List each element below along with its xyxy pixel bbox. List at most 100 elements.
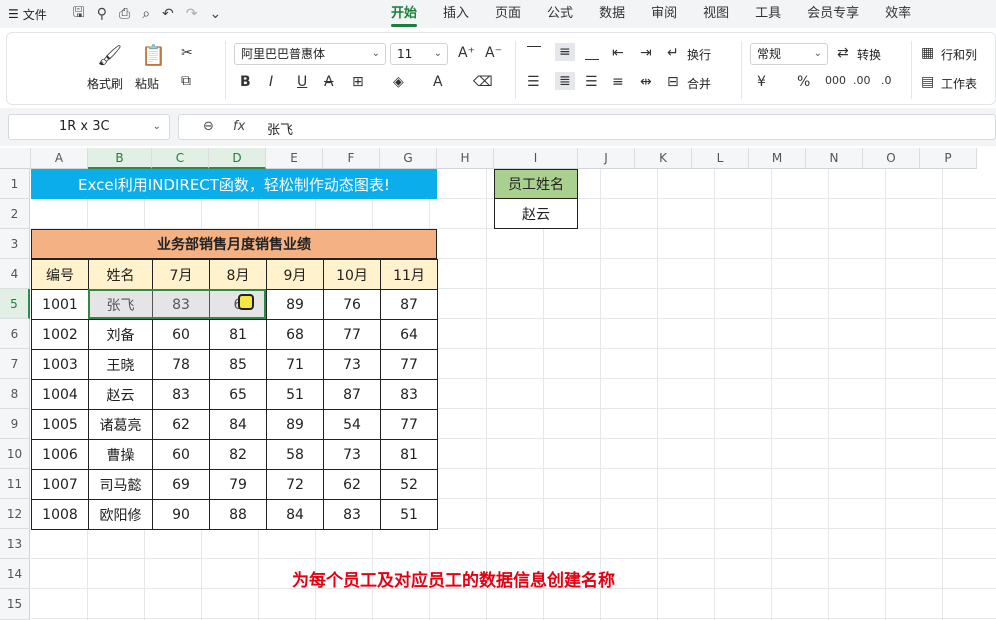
number-format-select[interactable]: 常规 ⌄: [750, 43, 828, 65]
table-cell-id[interactable]: 1003: [31, 349, 89, 380]
row-header-4[interactable]: 4: [0, 259, 30, 289]
convert-label[interactable]: 转换: [857, 46, 881, 63]
col-header-h[interactable]: H: [437, 148, 494, 169]
currency-icon[interactable]: ¥: [757, 74, 766, 90]
table-cell-oct[interactable]: 73: [323, 439, 381, 470]
row-header-1[interactable]: 1: [0, 169, 30, 199]
table-cell-jul[interactable]: 60: [152, 439, 210, 470]
tab-page[interactable]: 页面: [482, 0, 534, 28]
increase-font-icon[interactable]: A⁺: [458, 45, 475, 61]
col-header-b[interactable]: B: [88, 148, 152, 169]
format-painter-icon[interactable]: 🖌: [97, 43, 122, 67]
paste-icon[interactable]: 📋: [141, 43, 166, 67]
format-painter-label[interactable]: 格式刷: [87, 75, 123, 92]
row-header-6[interactable]: 6: [0, 319, 30, 349]
table-cell-nov[interactable]: 87: [380, 289, 438, 320]
table-cell-nov[interactable]: 77: [380, 349, 438, 380]
worksheet-icon[interactable]: ▤: [921, 74, 934, 90]
tab-data[interactable]: 数据: [586, 0, 638, 28]
bold-button[interactable]: B: [240, 74, 251, 90]
col-header-d[interactable]: D: [209, 148, 266, 169]
row-header-13[interactable]: 13: [0, 529, 30, 559]
wrap-icon[interactable]: ↵: [667, 45, 679, 61]
merge-icon[interactable]: ⊟: [667, 74, 679, 90]
table-cell-sep[interactable]: 58: [266, 439, 324, 470]
copy-icon[interactable]: ⧉: [181, 73, 191, 89]
table-cell-aug[interactable]: 88: [209, 499, 267, 530]
col-header-f[interactable]: F: [323, 148, 380, 169]
col-header-m[interactable]: M: [749, 148, 806, 169]
cut-icon[interactable]: ✂: [181, 45, 193, 61]
col-header-o[interactable]: O: [863, 148, 920, 169]
row-col-icon[interactable]: ▦: [921, 45, 934, 61]
lookup-value[interactable]: 赵云: [494, 199, 578, 229]
table-cell-sep[interactable]: 68: [266, 319, 324, 350]
tab-view[interactable]: 视图: [690, 0, 742, 28]
table-cell-nov[interactable]: 83: [380, 379, 438, 410]
convert-icon[interactable]: ⇄: [837, 45, 849, 61]
tab-home[interactable]: 开始: [378, 0, 430, 28]
decimal-increase-icon[interactable]: .00: [853, 74, 871, 87]
decrease-font-icon[interactable]: A⁻: [485, 45, 502, 61]
table-cell-jul[interactable]: 83: [152, 379, 210, 410]
table-cell-nov[interactable]: 52: [380, 469, 438, 500]
table-cell-id[interactable]: 1005: [31, 409, 89, 440]
tab-efficiency[interactable]: 效率: [872, 0, 924, 28]
underline-button[interactable]: U: [297, 74, 307, 90]
tab-review[interactable]: 审阅: [638, 0, 690, 28]
col-header-g[interactable]: G: [380, 148, 437, 169]
table-cell-sep[interactable]: 71: [266, 349, 324, 380]
table-cell-nov[interactable]: 77: [380, 409, 438, 440]
row-header-10[interactable]: 10: [0, 439, 30, 469]
row-header-8[interactable]: 8: [0, 379, 30, 409]
header-cell-oct[interactable]: 10月: [323, 259, 381, 290]
justify-icon[interactable]: ≡: [612, 74, 624, 90]
table-cell-oct[interactable]: 87: [323, 379, 381, 410]
clear-icon[interactable]: ⌫: [473, 74, 493, 90]
col-header-l[interactable]: L: [692, 148, 749, 169]
table-cell-aug[interactable]: 85: [209, 349, 267, 380]
chevron-down-icon[interactable]: ⌄: [210, 6, 222, 22]
align-left-icon[interactable]: ☰: [527, 74, 540, 90]
table-cell-aug[interactable]: 81: [209, 319, 267, 350]
table-cell-oct[interactable]: 54: [323, 409, 381, 440]
name-box[interactable]: 1R x 3C ⌄: [8, 114, 170, 140]
table-cell-oct[interactable]: 62: [323, 469, 381, 500]
table-cell-aug[interactable]: 65: [209, 379, 267, 410]
strikethrough-button[interactable]: A: [324, 74, 334, 90]
redo-icon[interactable]: ↷: [186, 6, 198, 22]
table-cell-name[interactable]: 诸葛亮: [88, 409, 153, 440]
table-cell-jul[interactable]: 78: [152, 349, 210, 380]
table-cell-id[interactable]: 1001: [31, 289, 89, 320]
thousands-icon[interactable]: 000: [825, 74, 846, 87]
border-icon[interactable]: ⊞: [352, 74, 364, 90]
table-cell-id[interactable]: 1007: [31, 469, 89, 500]
table-cell-oct[interactable]: 83: [323, 499, 381, 530]
merge-label[interactable]: 合并: [687, 75, 711, 92]
lookup-label[interactable]: 员工姓名: [494, 169, 578, 199]
worksheet-label[interactable]: 工作表: [941, 75, 977, 92]
table-cell-jul[interactable]: 83: [152, 289, 210, 320]
print-icon[interactable]: ⎙: [119, 6, 130, 22]
save-icon[interactable]: 🖫: [73, 2, 85, 26]
fill-color-icon[interactable]: ◈: [393, 74, 404, 90]
header-cell-jul[interactable]: 7月: [152, 259, 210, 290]
table-cell-jul[interactable]: 90: [152, 499, 210, 530]
table-cell-id[interactable]: 1008: [31, 499, 89, 530]
table-cell-sep[interactable]: 84: [266, 499, 324, 530]
indent-decrease-icon[interactable]: ⇤: [612, 45, 624, 61]
align-right-icon[interactable]: ☰: [585, 74, 598, 90]
table-cell-id[interactable]: 1006: [31, 439, 89, 470]
italic-button[interactable]: I: [269, 74, 273, 90]
header-cell-name[interactable]: 姓名: [88, 259, 153, 290]
table-cell-oct[interactable]: 76: [323, 289, 381, 320]
table-cell-id[interactable]: 1002: [31, 319, 89, 350]
tab-insert[interactable]: 插入: [430, 0, 482, 28]
tab-tools[interactable]: 工具: [742, 0, 794, 28]
table-cell-jul[interactable]: 60: [152, 319, 210, 350]
table-cell-oct[interactable]: 77: [323, 319, 381, 350]
table-cell-name[interactable]: 欧阳修: [88, 499, 153, 530]
align-center-icon[interactable]: ≣: [555, 72, 575, 90]
table-cell-aug[interactable]: 79: [209, 469, 267, 500]
row-header-12[interactable]: 12: [0, 499, 30, 529]
